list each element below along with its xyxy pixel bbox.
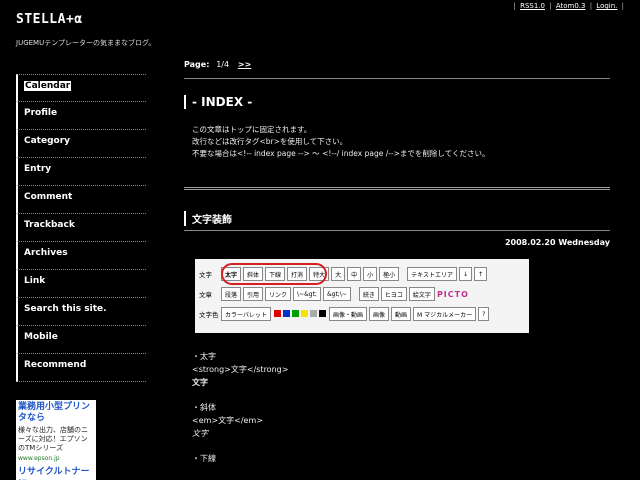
medium-button: 中 — [347, 267, 362, 281]
help-icon: ? — [478, 307, 490, 321]
small-button: 小 — [363, 267, 378, 281]
arrow-down-icon: ↓ — [458, 267, 472, 281]
tag-title: ・斜体 — [192, 403, 216, 412]
editor-toolbar-image: 文字 太字 斜体 下線 打消 特大 大 中 小 極小 テキストエリア ↓ ↑ 文… — [195, 259, 529, 333]
site-tagline: JUGEMUテンプレーターの気ままなブログ。 — [16, 39, 156, 47]
media-button: 画像・動画 — [328, 307, 367, 321]
ad-title[interactable]: 業務用小型プリンタなら — [18, 402, 94, 424]
picto-logo: PICTO — [436, 289, 469, 299]
sidebar-item-profile[interactable]: Profile — [16, 102, 146, 130]
divider — [184, 78, 610, 79]
site-title[interactable]: STELLA+α — [16, 12, 83, 27]
large-button: 大 — [331, 267, 346, 281]
tag-code: <strong>文字</strong> — [192, 365, 289, 374]
color-swatches — [273, 309, 327, 319]
ad-more[interactable]: リサイクルトナー 好 — [18, 464, 94, 480]
hiyoko-button: ヒヨコ — [380, 287, 407, 301]
index-line: 改行などは改行タグ<br>を使用して下さい。 — [192, 137, 348, 146]
entry-date: 2008.02.20 Wednesday — [504, 238, 610, 247]
login-link[interactable]: Login. — [596, 2, 617, 10]
color-swatch — [300, 309, 308, 317]
sidebar-item-link[interactable]: Link — [16, 270, 146, 298]
index-line: 不要な場合は<!-- index page --> 〜 <!--/ index … — [192, 149, 490, 158]
toolbar-label: 文字色 — [199, 311, 219, 319]
sidebar: Calendar Profile Category Entry Comment … — [16, 74, 146, 382]
header-links: | RSS1.0 | Atom0.3 | Login. | — [513, 2, 625, 10]
color-palette-button: カラーパレット — [221, 307, 271, 321]
italic-button: 斜体 — [243, 267, 264, 281]
bold-button: 太字 — [221, 267, 242, 281]
atom-link[interactable]: Atom0.3 — [556, 2, 586, 10]
tag-sample: 文字 — [192, 378, 208, 387]
tag-title: ・太字 — [192, 352, 216, 361]
more-button: 続き — [358, 287, 379, 301]
divider — [184, 230, 610, 231]
index-title: - INDEX - — [184, 95, 252, 109]
paragraph-button: 段落 — [221, 287, 242, 301]
sidebar-item-calendar[interactable]: Calendar — [16, 74, 146, 102]
toolbar-row-paragraph: 文章 段落 引用 リンク \~&gt; &gt;\~ 続き ヒヨコ 絵文字 PI… — [199, 284, 525, 304]
video-button: 動画 — [390, 307, 411, 321]
index-notice: この文章はトップに固定されます。 改行などは改行タグ<br>を使用して下さい。 … — [192, 124, 489, 160]
color-swatch — [282, 309, 290, 317]
link-button: リンク — [265, 287, 292, 301]
sidebar-item-mobile[interactable]: Mobile — [16, 326, 146, 354]
entry-title[interactable]: 文字装飾 — [184, 211, 232, 226]
sidebar-item-trackback[interactable]: Trackback — [16, 214, 146, 242]
pager: Page: 1/4 >> — [184, 60, 251, 69]
xlarge-button: 特大 — [309, 267, 330, 281]
color-swatch — [291, 309, 299, 317]
tag-code: <em>文字</em> — [192, 416, 263, 425]
escape-button: \~&gt; — [293, 287, 321, 301]
magical-maker-button: M マジカルメーカー — [413, 307, 477, 321]
sidebar-item-archives[interactable]: Archives — [16, 242, 146, 270]
sidebar-item-search[interactable]: Search this site. — [16, 298, 146, 326]
divider-double — [184, 187, 610, 190]
unescape-button: &gt;\~ — [322, 287, 351, 301]
toolbar-row-text: 文字 太字 斜体 下線 打消 特大 大 中 小 極小 テキストエリア ↓ ↑ — [199, 264, 525, 284]
emoji-button: 絵文字 — [408, 287, 435, 301]
tag-sample: 文字 — [192, 429, 208, 438]
toolbar-row-color: 文字色 カラーパレット 画像・動画 画像 動画 M マジカルメーカー ? — [199, 304, 525, 324]
ad-url[interactable]: www.epson.jp — [18, 455, 94, 462]
index-line: この文章はトップに固定されます。 — [192, 125, 312, 134]
pager-label: Page: — [184, 60, 210, 69]
color-swatch — [318, 309, 326, 317]
color-swatch — [273, 309, 281, 317]
toolbar-label: 文字 — [199, 271, 212, 279]
color-swatch — [309, 309, 317, 317]
sidebar-item-recommend[interactable]: Recommend — [16, 354, 146, 382]
toolbar-label: 文章 — [199, 291, 212, 299]
sidebar-item-comment[interactable]: Comment — [16, 186, 146, 214]
entry-body: ・太字 <strong>文字</strong> 文字 ・斜体 <em>文字</e… — [192, 350, 288, 465]
xsmall-button: 極小 — [379, 267, 400, 281]
sidebar-item-category[interactable]: Category — [16, 130, 146, 158]
sidebar-ad[interactable]: 業務用小型プリンタなら 様々な出力、店舗のニーズに対応！エプソンのTMシリーズ … — [16, 400, 96, 480]
pager-value: 1/4 — [216, 60, 230, 69]
rss-link[interactable]: RSS1.0 — [520, 2, 545, 10]
image-button: 画像 — [368, 307, 389, 321]
strike-button: 打消 — [287, 267, 308, 281]
textarea-button: テキストエリア — [407, 267, 457, 281]
pager-next-link[interactable]: >> — [238, 60, 251, 69]
ad-body: 様々な出力、店舗のニーズに対応！エプソンのTMシリーズ — [18, 426, 88, 452]
quote-button: 引用 — [243, 287, 264, 301]
arrow-up-icon: ↑ — [474, 267, 488, 281]
tag-title: ・下線 — [192, 454, 216, 463]
sidebar-item-entry[interactable]: Entry — [16, 158, 146, 186]
underline-button: 下線 — [265, 267, 286, 281]
